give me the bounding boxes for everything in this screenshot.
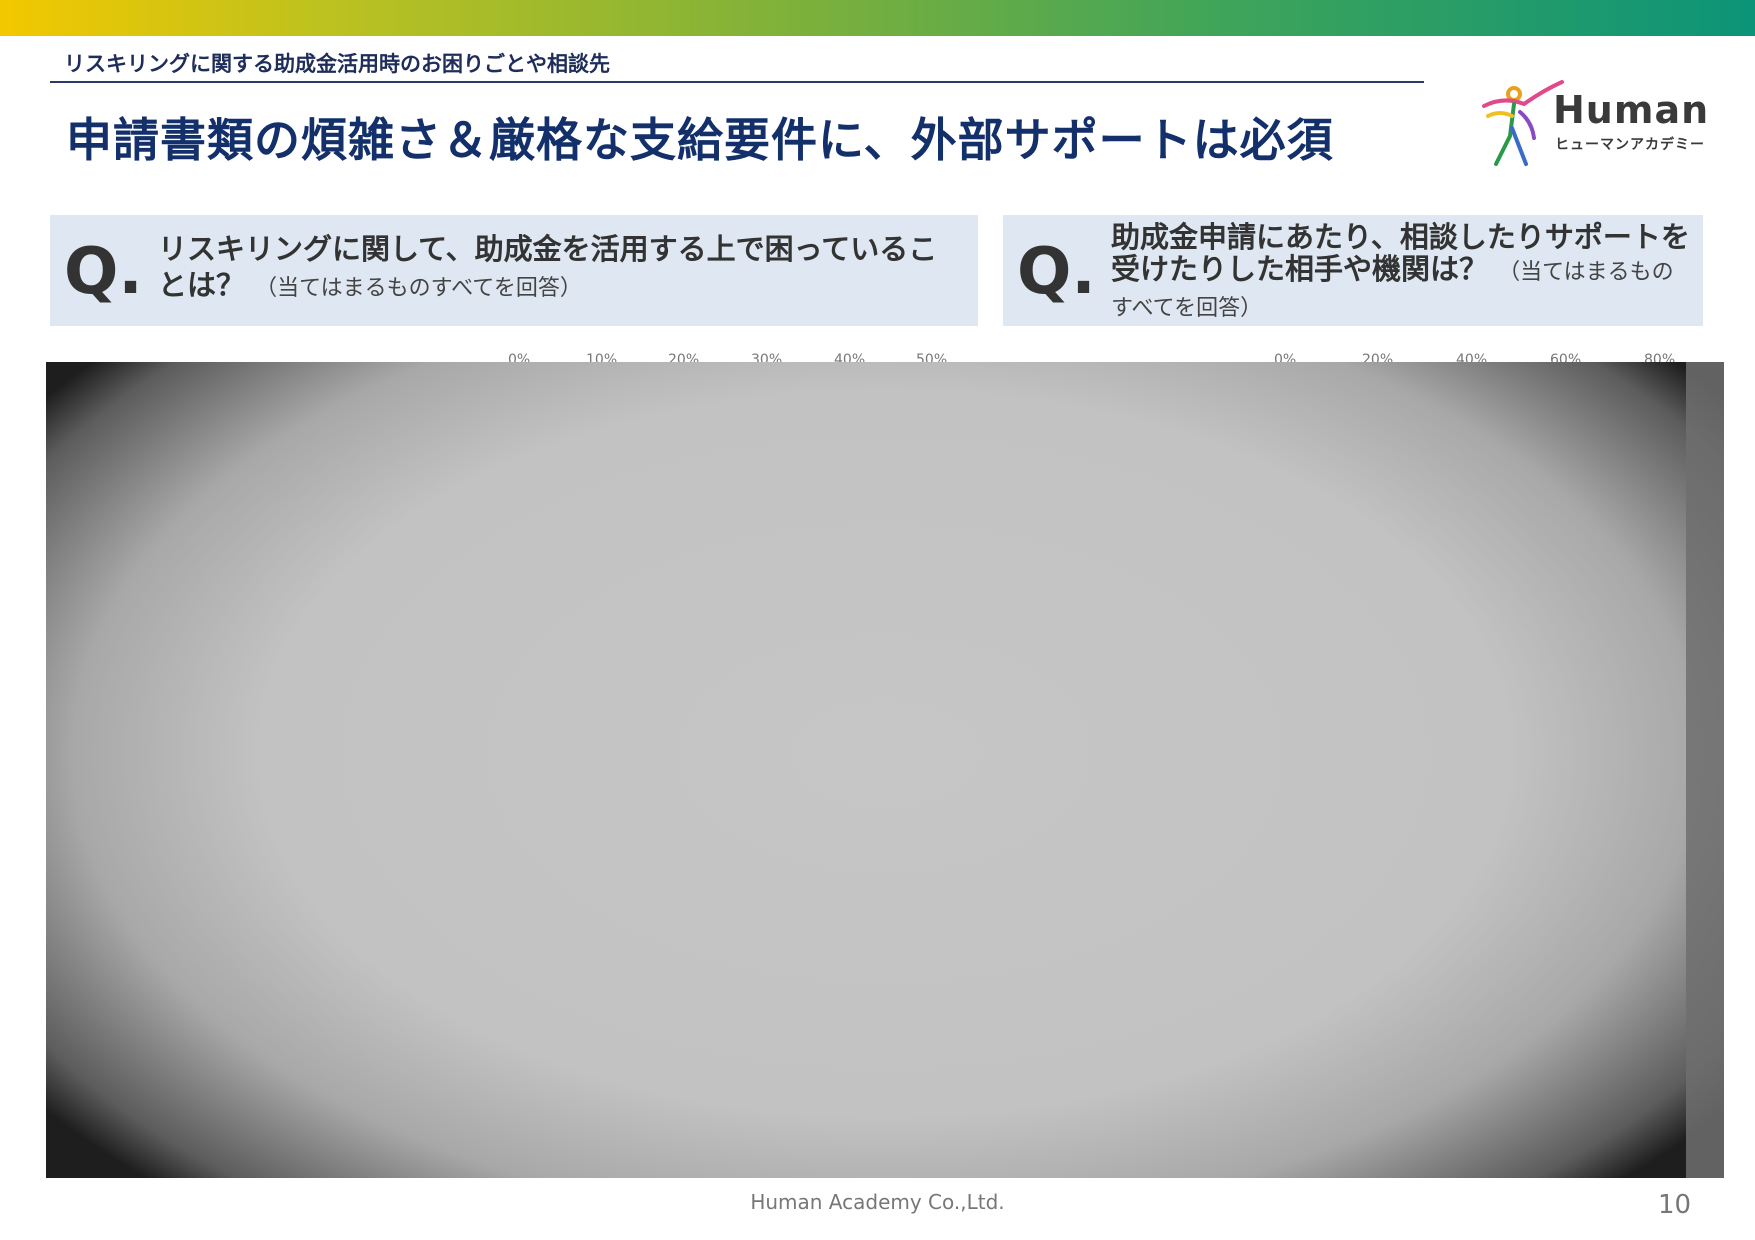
blurred-chart-area bbox=[46, 362, 1724, 1178]
page-title: 申請書類の煩雑さ＆厳格な支給要件に、外部サポートは必須 bbox=[66, 113, 1334, 167]
question-mark: Q. bbox=[64, 235, 143, 309]
question-text: 助成金申請にあたり、相談したりサポートを受けたりした相手や機関は？ （当てはまる… bbox=[1111, 221, 1691, 325]
question-text: リスキリングに関して、助成金を活用する上で困っていることは？ （当てはまるものす… bbox=[158, 231, 958, 307]
subtitle-divider bbox=[50, 81, 1424, 83]
question-box-left: Q. リスキリングに関して、助成金を活用する上で困っていることは？ （当てはまる… bbox=[50, 215, 978, 326]
section-subtitle: リスキリングに関する助成金活用時のお困りごとや相談先 bbox=[64, 52, 610, 76]
footer-company: Human Academy Co.,Ltd. bbox=[750, 1190, 1005, 1214]
logo-subtext: ヒューマンアカデミー bbox=[1555, 137, 1705, 153]
question-box-right: Q. 助成金申請にあたり、相談したりサポートを受けたりした相手や機関は？ （当て… bbox=[1003, 215, 1703, 326]
page-number: 10 bbox=[1658, 1190, 1692, 1220]
question-mark: Q. bbox=[1017, 235, 1096, 309]
top-gradient-bar bbox=[0, 0, 1755, 36]
blurred-edge bbox=[1686, 362, 1724, 1178]
logo-wordmark: Human bbox=[1553, 88, 1710, 132]
question-note: （当てはまるものすべてを回答） bbox=[255, 276, 582, 301]
